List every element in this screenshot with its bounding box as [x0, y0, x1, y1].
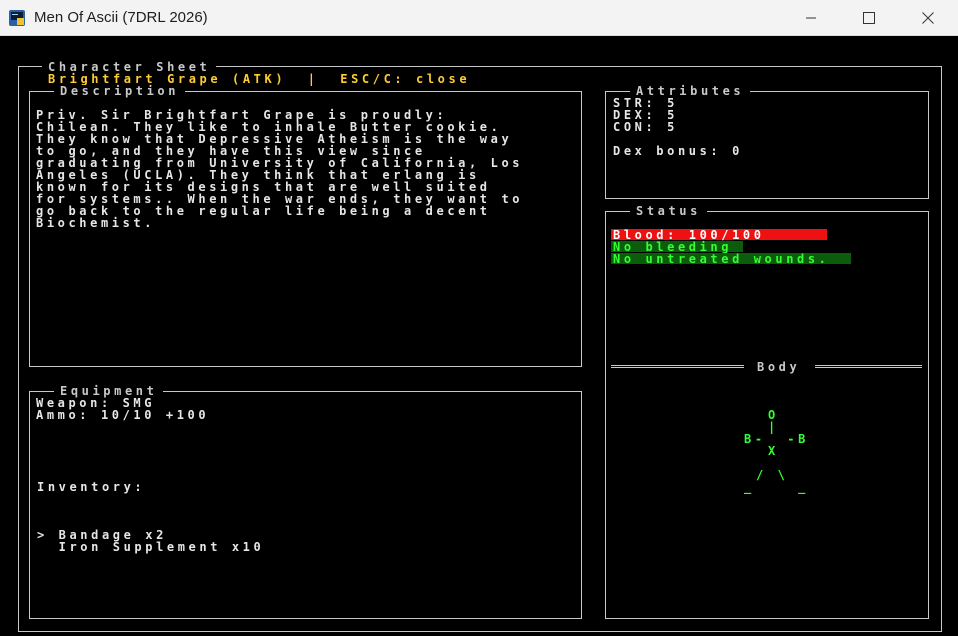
body-feet: _ _: [744, 480, 809, 494]
inventory-label: Inventory:: [37, 480, 146, 494]
equipment-box: [29, 391, 582, 619]
app-icon: [9, 10, 25, 26]
description-line: Biochemist.: [36, 216, 156, 230]
description-title: Description: [54, 85, 186, 97]
body-divider-left: [611, 365, 744, 368]
minimize-button[interactable]: [788, 0, 834, 36]
body-divider-right: [815, 365, 922, 368]
attribute-con: CON: 5: [613, 120, 678, 134]
inventory-item[interactable]: Iron Supplement x10: [37, 541, 264, 553]
window-title: Men Of Ascii (7DRL 2026): [34, 9, 208, 26]
minimize-icon: [806, 17, 816, 19]
maximize-icon: [863, 12, 875, 24]
wounds-status: No untreated wounds.: [613, 252, 830, 266]
ammo-line: Ammo: 10/10 +100: [36, 408, 210, 422]
body-torso: X: [768, 444, 779, 458]
description-text: Priv. Sir Brightfart Grape is proudly: Ch…: [36, 97, 523, 241]
maximize-button[interactable]: [846, 0, 892, 36]
status-box: [605, 211, 929, 619]
window-titlebar: Men Of Ascii (7DRL 2026): [0, 0, 958, 36]
status-title: Status: [630, 205, 707, 217]
dex-bonus: Dex bonus: 0: [613, 144, 743, 158]
close-icon: [922, 12, 934, 24]
close-button[interactable]: [905, 0, 951, 36]
body-title: Body: [757, 360, 801, 374]
